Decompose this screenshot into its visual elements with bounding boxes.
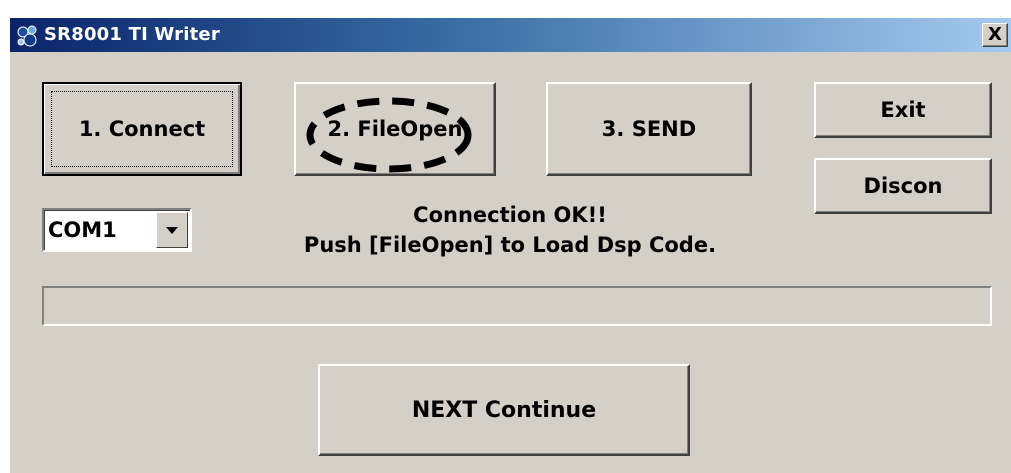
send-button[interactable]: 3. SEND — [546, 82, 752, 176]
window-title: SR8001 TI Writer — [44, 24, 220, 45]
chevron-down-icon[interactable] — [156, 212, 188, 248]
close-button[interactable]: X — [982, 23, 1008, 47]
status-message: Connection OK!! Push [FileOpen] to Load … — [260, 200, 760, 260]
status-line-2: Push [FileOpen] to Load Dsp Code. — [303, 233, 717, 257]
connect-button-label: 1. Connect — [78, 117, 206, 141]
send-button-label: 3. SEND — [601, 117, 697, 141]
app-window: SR8001 TI Writer X 1. Connect 2. FileOpe… — [8, 16, 1011, 473]
exit-button-label: Exit — [880, 98, 926, 122]
com-port-value: COM1 — [48, 218, 117, 242]
title-bar[interactable]: SR8001 TI Writer X — [10, 18, 1011, 52]
writer-app-icon — [17, 25, 37, 47]
com-port-select[interactable]: COM1 — [42, 208, 192, 252]
discon-button-label: Discon — [863, 174, 943, 198]
file-open-button-label: 2. FileOpen — [327, 117, 463, 141]
status-line-1: Connection OK!! — [413, 203, 607, 227]
next-continue-button[interactable]: NEXT Continue — [318, 364, 690, 456]
connect-button[interactable]: 1. Connect — [42, 82, 242, 176]
close-icon: X — [988, 24, 1002, 45]
exit-button[interactable]: Exit — [814, 82, 992, 138]
next-continue-button-label: NEXT Continue — [411, 397, 597, 423]
file-open-button[interactable]: 2. FileOpen — [294, 82, 496, 176]
progress-bar — [42, 286, 992, 326]
discon-button[interactable]: Discon — [814, 158, 992, 214]
